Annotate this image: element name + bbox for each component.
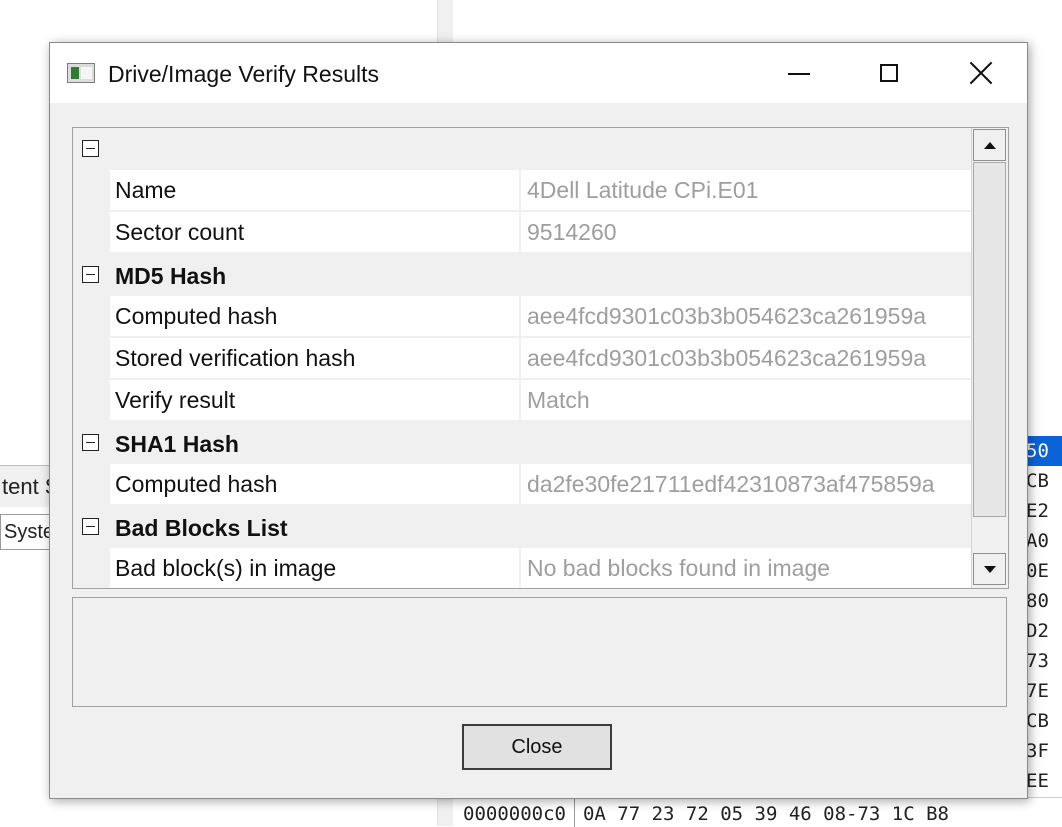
property-label: Stored verification hash <box>110 338 520 379</box>
property-row-sector-count[interactable]: Sector count 9514260 <box>73 212 971 254</box>
scroll-up-button[interactable] <box>973 129 1006 161</box>
property-row-name[interactable]: Name 4Dell Latitude CPi.E01 <box>73 170 971 212</box>
hex-offset: 0000000c0 <box>455 798 575 827</box>
category-label: SHA1 Hash <box>115 431 239 457</box>
property-row-md5-computed[interactable]: Computed hash aee4fcd9301c03b3b054623ca2… <box>73 296 971 338</box>
category-sha1-hash[interactable]: SHA1 Hash <box>73 422 971 464</box>
collapse-icon[interactable] <box>82 266 99 283</box>
arrow-down-icon <box>983 565 996 573</box>
property-value[interactable]: 9514260 <box>521 212 971 253</box>
property-label: Computed hash <box>110 296 520 337</box>
category-md5-hash[interactable]: MD5 Hash <box>73 254 971 296</box>
property-value[interactable]: aee4fcd9301c03b3b054623ca261959a <box>521 338 971 379</box>
property-label: Computed hash <box>110 464 520 505</box>
collapse-icon[interactable] <box>82 518 99 535</box>
collapse-icon[interactable] <box>82 140 99 157</box>
property-value[interactable]: 4Dell Latitude CPi.E01 <box>521 170 971 211</box>
minimize-icon <box>788 73 810 75</box>
scroll-thumb[interactable] <box>973 162 1006 517</box>
property-value[interactable]: aee4fcd9301c03b3b054623ca261959a <box>521 296 971 337</box>
property-value[interactable]: No bad blocks found in image <box>521 548 971 588</box>
background-tab-system[interactable]: Syste <box>0 514 50 550</box>
property-grid-rows: Name 4Dell Latitude CPi.E01 Sector count… <box>73 128 971 588</box>
property-row-sha1-computed[interactable]: Computed hash da2fe30fe21711edf42310873a… <box>73 464 971 506</box>
category-bad-blocks-list[interactable]: Bad Blocks List <box>73 506 971 548</box>
property-row-verify-result[interactable]: Verify result Match <box>73 380 971 422</box>
description-panel <box>72 597 1007 707</box>
vertical-scrollbar[interactable] <box>971 128 1008 588</box>
property-label: Verify result <box>110 380 520 421</box>
category-general[interactable] <box>73 128 971 170</box>
property-value[interactable]: Match <box>521 380 971 421</box>
property-grid: Name 4Dell Latitude CPi.E01 Sector count… <box>72 127 1009 589</box>
title-bar[interactable]: Drive/Image Verify Results <box>50 43 1027 103</box>
background-tab-content[interactable]: tent S <box>0 465 50 507</box>
property-row-bad-blocks[interactable]: Bad block(s) in image No bad blocks foun… <box>73 548 971 588</box>
scroll-down-button[interactable] <box>973 553 1006 585</box>
app-window-icon <box>67 63 95 83</box>
window-close-button[interactable] <box>936 43 1026 103</box>
category-label: MD5 Hash <box>115 263 227 289</box>
property-label: Bad block(s) in image <box>110 548 520 588</box>
property-value[interactable]: da2fe30fe21711edf42310873af475859a <box>521 464 971 505</box>
minimize-button[interactable] <box>754 43 844 103</box>
property-label: Name <box>110 170 520 211</box>
close-button[interactable]: Close <box>462 724 612 770</box>
collapse-icon[interactable] <box>82 434 99 451</box>
background-hex-row: 0000000c0 0A 77 23 72 05 39 46 08-73 1C B… <box>455 797 1062 827</box>
arrow-up-icon <box>983 141 996 149</box>
property-label: Sector count <box>110 212 520 253</box>
maximize-button[interactable] <box>844 43 934 103</box>
dialog-title: Drive/Image Verify Results <box>108 61 379 87</box>
hex-bytes[interactable]: 0A 77 23 72 05 39 46 08-73 1C B8 <box>575 798 949 827</box>
category-label: Bad Blocks List <box>115 515 288 541</box>
maximize-icon <box>880 64 898 82</box>
close-icon <box>969 61 993 85</box>
property-row-md5-stored[interactable]: Stored verification hash aee4fcd9301c03b… <box>73 338 971 380</box>
verify-results-dialog: Drive/Image Verify Results Name 4Dell La… <box>49 42 1028 799</box>
